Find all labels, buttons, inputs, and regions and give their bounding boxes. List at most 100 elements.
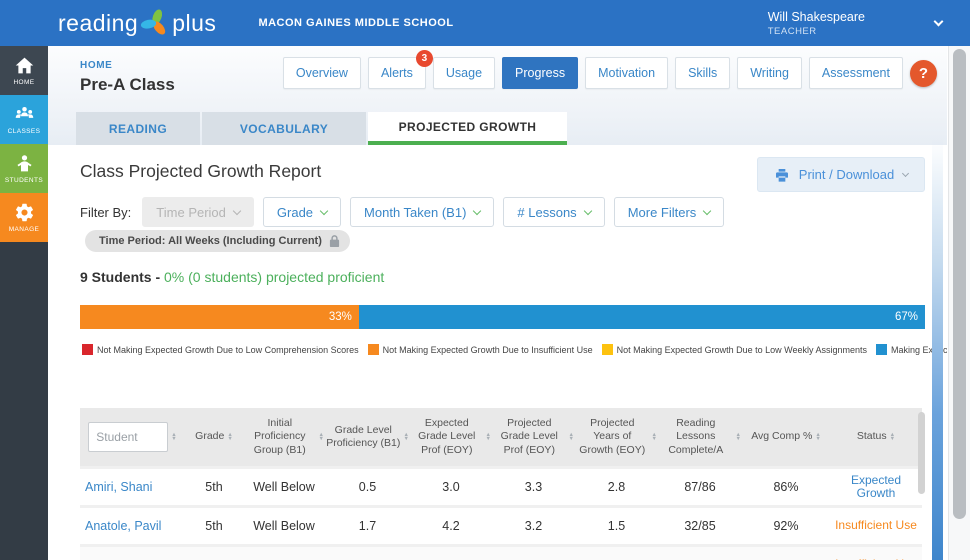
chevron-down-icon — [703, 206, 712, 215]
manage-gear-icon — [15, 203, 33, 222]
sort-icon[interactable]: ▲ ▼ — [227, 432, 232, 442]
cell-projected-gl: 3.3 — [524, 480, 543, 494]
sort-icon[interactable]: ▲ ▼ — [890, 432, 895, 442]
filter-more-filters[interactable]: More Filters — [613, 197, 725, 227]
legend-item: Not Making Expected Growth Due to Insuff… — [367, 344, 593, 355]
help-button[interactable]: ? — [910, 59, 937, 87]
sort-icon[interactable]: ▲ ▼ — [569, 432, 574, 442]
column-label: Projected Years of Growth (EOY) — [579, 417, 646, 456]
cell-lessons: 87/86 — [684, 480, 716, 494]
student-search-input[interactable] — [88, 422, 169, 452]
page-top-band: HOME Pre-A Class Overview Alerts 3 Usage … — [48, 46, 947, 145]
filter-by-label: Filter By: — [80, 204, 132, 220]
school-name: MACON GAINES MIDDLE SCHOOL — [258, 17, 454, 29]
reading-plus-logo[interactable]: reading plus — [58, 8, 216, 38]
tab-progress[interactable]: Progress — [502, 57, 579, 89]
subtab-vocabulary[interactable]: VOCABULARY — [202, 112, 366, 145]
report-nav-tabs: Overview Alerts 3 Usage Progress Motivati… — [282, 50, 937, 89]
cell-gl-prof-b1: 1.7 — [358, 519, 377, 533]
subtab-reading[interactable]: READING — [76, 112, 200, 145]
tab-assessment[interactable]: Assessment — [808, 57, 903, 89]
column-label: Grade Level Proficiency (B1) — [326, 423, 401, 449]
printer-icon — [775, 168, 788, 182]
sidebar-item-students[interactable]: STUDENTS — [0, 144, 48, 193]
table-row: Amiri, Shani 5th Well Below 0.5 3.0 3.3 … — [80, 469, 922, 505]
column-label: Initial Proficiency Group (B1) — [253, 417, 306, 456]
user-menu[interactable]: Will Shakespeare TEACHER — [767, 0, 944, 46]
growth-legend: Not Making Expected Growth Due to Low Co… — [82, 344, 947, 355]
column-projected-grade-level: Projected Grade Level Prof (EOY) ▲ ▼ — [492, 408, 575, 466]
filter-month-taken[interactable]: Month Taken (B1) — [350, 197, 495, 227]
sidebar-item-manage[interactable]: MANAGE — [0, 193, 48, 242]
legend-swatch-red — [82, 344, 93, 355]
column-expected-grade-level: Expected Grade Level Prof (EOY) ▲ ▼ — [410, 408, 492, 466]
cell-initial-group: Well Below — [253, 519, 315, 533]
column-label: Reading Lessons Complete/A — [668, 417, 724, 456]
column-avg-comp: Avg Comp % ▲ ▼ — [742, 408, 830, 466]
cell-avg-comp: 92% — [773, 519, 799, 533]
tab-alerts-label: Alerts — [380, 66, 413, 80]
column-projected-years-growth: Projected Years of Growth (EOY) ▲ ▼ — [575, 408, 658, 466]
top-header: reading plus MACON GAINES MIDDLE SCHOOL … — [0, 0, 970, 46]
bar-segment-value: 67% — [894, 311, 918, 323]
column-status: Status ▲ ▼ — [830, 408, 922, 466]
cell-gl-prof-b1: 0.5 — [358, 480, 377, 494]
table-row: Anatole, Pavil 5th Well Below 1.7 4.2 3.… — [80, 508, 922, 544]
legend-item: Not Making Expected Growth Due to Low Co… — [82, 344, 359, 355]
tab-motivation[interactable]: Motivation — [585, 57, 669, 89]
sort-icon[interactable]: ▲ ▼ — [171, 432, 176, 442]
cell-lessons: 32/85 — [684, 519, 716, 533]
bar-segment-expected-growth: 67% — [358, 305, 925, 329]
cell-expected-gl: 3.0 — [442, 480, 460, 494]
legend-label: Not Making Expected Growth Due to Low We… — [616, 344, 868, 355]
column-label: Expected Grade Level Prof (EOY) — [418, 417, 476, 456]
sort-icon[interactable]: ▲ ▼ — [319, 432, 324, 442]
cell-avg-comp: 86% — [773, 480, 799, 494]
sidebar: HOME CLASSES STUDENTS MANAGE — [0, 46, 48, 560]
filter-label: # Lessons — [517, 204, 577, 220]
lock-icon — [329, 234, 339, 247]
filter-grade[interactable]: Grade — [262, 197, 342, 227]
page-scrollbar-thumb[interactable] — [953, 49, 966, 519]
sidebar-item-label: CLASSES — [7, 128, 41, 135]
cell-expected-gl: 4.2 — [442, 519, 460, 533]
column-grade-level-proficiency: Grade Level Proficiency (B1) ▲ ▼ — [325, 408, 410, 466]
status-badge: Insufficient Use — [835, 518, 917, 533]
chevron-down-icon — [902, 169, 910, 177]
sort-icon[interactable]: ▲ ▼ — [652, 432, 657, 442]
page-scrollbar[interactable] — [948, 46, 970, 560]
filter-label: Time Period — [156, 204, 226, 220]
tab-writing[interactable]: Writing — [737, 57, 802, 89]
legend-swatch-orange — [367, 344, 379, 355]
breadcrumb-home-link[interactable]: HOME — [80, 60, 175, 71]
subtab-projected-growth[interactable]: PROJECTED GROWTH — [368, 112, 567, 145]
sort-icon[interactable]: ▲ ▼ — [404, 432, 409, 442]
sidebar-item-home[interactable]: HOME — [0, 46, 48, 95]
sort-icon[interactable]: ▲ ▼ — [486, 432, 491, 442]
sidebar-item-classes[interactable]: CLASSES — [0, 95, 48, 144]
tab-overview[interactable]: Overview — [282, 57, 361, 89]
active-filter-chip[interactable]: Time Period: All Weeks (Including Curren… — [85, 230, 350, 252]
tab-usage[interactable]: Usage — [432, 57, 496, 89]
print-download-button[interactable]: Print / Download — [757, 157, 925, 192]
active-filter-chip-label: Time Period: All Weeks (Including Curren… — [99, 235, 322, 247]
filter-bar: Filter By: Time Period Grade Month Taken… — [80, 197, 725, 227]
student-name-link[interactable]: Anatole, Pavil — [80, 519, 185, 533]
column-label: Projected Grade Level Prof (EOY) — [500, 417, 558, 456]
legend-swatch-blue — [876, 344, 888, 355]
alerts-badge: 3 — [415, 50, 433, 67]
user-role: TEACHER — [767, 25, 817, 37]
tab-alerts[interactable]: Alerts 3 — [367, 50, 433, 89]
cell-years-growth: 2.8 — [607, 480, 626, 494]
cell-grade: 5th — [205, 519, 223, 533]
filter-lessons[interactable]: # Lessons — [503, 197, 605, 227]
table-scrollbar-thumb[interactable] — [918, 412, 925, 494]
sort-icon[interactable]: ▲ ▼ — [815, 432, 820, 442]
home-icon — [15, 57, 33, 74]
cell-grade: 5th — [205, 480, 223, 494]
filter-label: Month Taken (B1) — [364, 204, 467, 220]
sort-icon[interactable]: ▲ ▼ — [736, 432, 741, 442]
tab-skills[interactable]: Skills — [675, 57, 731, 89]
filter-time-period[interactable]: Time Period — [142, 197, 254, 227]
student-name-link[interactable]: Amiri, Shani — [80, 480, 185, 494]
